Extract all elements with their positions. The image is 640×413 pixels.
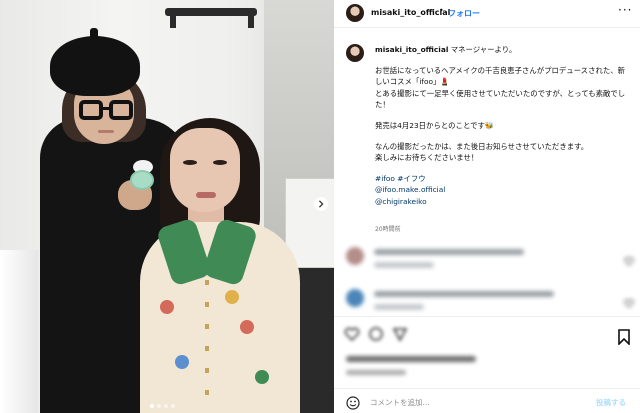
stylist-beret-tip: [90, 28, 98, 40]
carousel-dot: [164, 404, 168, 408]
wall-hook: [165, 8, 257, 16]
caption-intro: マネージャーより。: [450, 45, 517, 54]
like-icon[interactable]: [344, 326, 360, 342]
comment-avatar: [346, 247, 364, 265]
caption-paragraph-2: 発売は4月23日からとのことです🐝: [375, 120, 495, 130]
dress-print: [225, 290, 239, 304]
comment-avatar: [346, 289, 364, 307]
comment-text-redacted: [374, 291, 554, 297]
comment-item: [344, 245, 638, 273]
model-lips: [196, 192, 216, 198]
post-timestamp: 20時間前: [375, 226, 401, 233]
bookmark-icon[interactable]: [617, 329, 631, 346]
post-header: misaki_ito_official • フォロー ···: [334, 0, 640, 28]
comment-meta-redacted: [374, 304, 424, 310]
dress-buttons: [205, 280, 209, 400]
heart-icon[interactable]: [624, 251, 634, 266]
model-eye-right: [213, 160, 227, 165]
caption-hashtags[interactable]: #ifoo #イフウ: [375, 173, 631, 185]
stylist-mouth: [98, 130, 114, 133]
curtain: [0, 250, 38, 413]
stylist-glasses-right: [109, 100, 133, 120]
emoji-icon[interactable]: [346, 395, 360, 410]
comment-text-redacted: [374, 249, 524, 255]
comment-input[interactable]: [370, 394, 590, 410]
share-icon[interactable]: [392, 326, 408, 342]
stylist-beret: [50, 36, 140, 96]
wall-hook-bracket: [248, 14, 254, 28]
heart-icon[interactable]: [624, 293, 634, 308]
makeup-compact: [130, 170, 154, 190]
post-date-redacted: [346, 370, 406, 375]
avatar[interactable]: [346, 4, 364, 22]
comment-bar: 投稿する: [334, 388, 640, 413]
chevron-right-icon: [318, 200, 324, 208]
more-options-icon[interactable]: ···: [618, 3, 632, 17]
caption-paragraph-3: なんの撮影だったかは、また後日お知らせさせていただきます。 楽しみにお待ちくださ…: [375, 141, 589, 163]
carousel-next-button[interactable]: [314, 197, 328, 211]
model-eye-left: [183, 160, 197, 165]
header-separator: •: [439, 6, 444, 15]
post-side-panel: misaki_ito_official • フォロー ··· misaki_it…: [334, 0, 640, 413]
carousel-dot: [157, 404, 161, 408]
comment-meta-redacted: [374, 262, 434, 268]
caption-mention-chigirakeiko[interactable]: @chigirakeiko: [375, 196, 631, 208]
stylist-glasses-bridge: [101, 107, 111, 110]
model-face: [170, 128, 240, 212]
follow-button[interactable]: フォロー: [448, 8, 480, 19]
comment-item: [344, 287, 638, 315]
caption-paragraph-1: お世話になっているヘアメイクの千吉良恵子さんがプロデュースされた、新しいコスメ「…: [375, 65, 626, 110]
caption-mention-ifoo[interactable]: @ifoo.make.official: [375, 184, 631, 196]
dress-print: [255, 370, 269, 384]
post-photo[interactable]: [0, 0, 334, 413]
caption-username[interactable]: misaki_ito_official: [375, 45, 448, 54]
wall-hook-bracket: [170, 14, 176, 28]
stylist-glasses-left: [79, 100, 103, 120]
post-comment-button[interactable]: 投稿する: [596, 397, 626, 408]
carousel-indicator: [150, 404, 175, 408]
likes-count-redacted: [346, 356, 476, 362]
dress-print: [175, 355, 189, 369]
dress-print: [160, 300, 174, 314]
post-caption: misaki_ito_official マネージャーより。 お世話になっているヘ…: [375, 44, 631, 208]
carousel-dot: [171, 404, 175, 408]
dress-print: [240, 320, 254, 334]
caption-avatar[interactable]: [346, 44, 364, 62]
comment-icon[interactable]: [368, 326, 384, 342]
background-stand: [296, 268, 334, 413]
carousel-dot-active: [150, 404, 154, 408]
post-action-bar: [334, 316, 640, 356]
